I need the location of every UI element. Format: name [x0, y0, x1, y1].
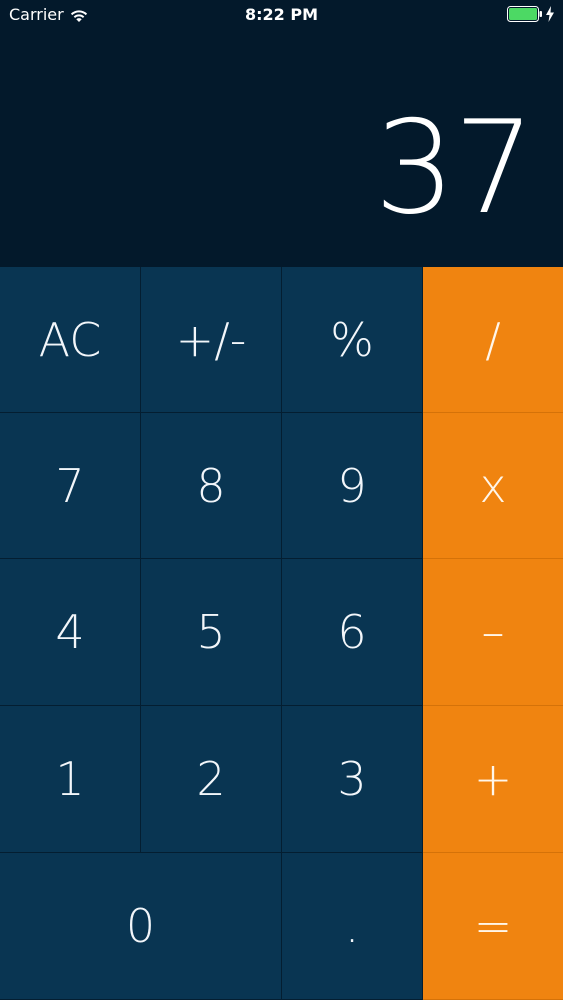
status-bar: Carrier 8:22 PM: [0, 0, 563, 30]
battery-icon: [507, 6, 543, 22]
digit-9-button[interactable]: 9: [282, 413, 423, 559]
result-display: 37: [0, 30, 563, 267]
divide-button[interactable]: /: [423, 267, 563, 413]
keypad: AC +/- % / 7 8 9 x 4 5 6 – 1 2 3 + 0 . =: [0, 267, 563, 1000]
subtract-button[interactable]: –: [423, 559, 563, 706]
digit-3-button[interactable]: 3: [282, 706, 423, 853]
digit-5-button[interactable]: 5: [141, 559, 282, 706]
add-button[interactable]: +: [423, 706, 563, 853]
percent-button[interactable]: %: [282, 267, 423, 413]
decimal-button[interactable]: .: [282, 853, 423, 1000]
clear-button[interactable]: AC: [0, 267, 141, 413]
digit-6-button[interactable]: 6: [282, 559, 423, 706]
digit-0-button[interactable]: 0: [0, 853, 282, 1000]
digit-8-button[interactable]: 8: [141, 413, 282, 559]
equals-button[interactable]: =: [423, 853, 563, 1000]
display-value: 37: [374, 94, 535, 243]
digit-7-button[interactable]: 7: [0, 413, 141, 559]
digit-2-button[interactable]: 2: [141, 706, 282, 853]
charging-icon: [545, 6, 555, 22]
multiply-button[interactable]: x: [423, 413, 563, 559]
status-time: 8:22 PM: [244, 5, 318, 24]
sign-toggle-button[interactable]: +/-: [141, 267, 282, 413]
digit-1-button[interactable]: 1: [0, 706, 141, 853]
digit-4-button[interactable]: 4: [0, 559, 141, 706]
status-right: [507, 6, 555, 22]
calculator-app: Carrier 8:22 PM 37 AC +/- % / 7 8 9 x 4 …: [0, 0, 563, 1000]
